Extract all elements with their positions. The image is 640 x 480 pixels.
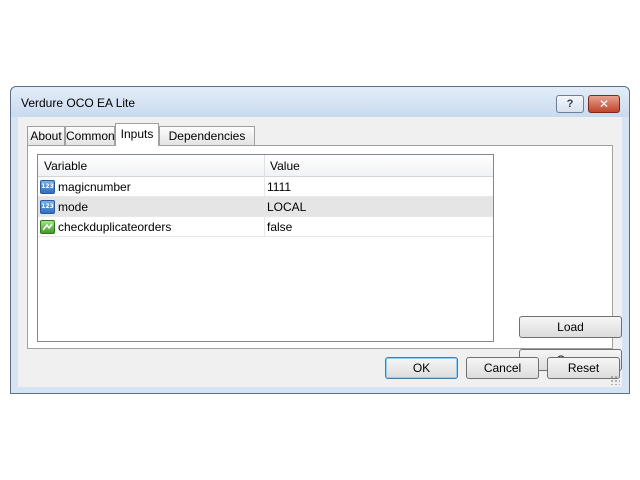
help-button[interactable]: ? — [556, 95, 584, 113]
resize-grip[interactable] — [610, 375, 620, 385]
properties-dialog: Verdure OCO EA Lite ? ✕ About Common Inp… — [10, 86, 630, 394]
cancel-button[interactable]: Cancel — [466, 357, 539, 379]
grid-header: Variable Value — [38, 155, 493, 177]
close-button[interactable]: ✕ — [588, 95, 620, 113]
dialog-client-area: About Common Inputs Dependencies Variabl… — [18, 117, 622, 387]
numeric-123-icon: 123 — [40, 180, 55, 194]
load-button[interactable]: Load — [519, 316, 622, 338]
variable-value[interactable]: false — [267, 217, 487, 237]
column-header-value[interactable]: Value — [265, 155, 493, 177]
ok-button[interactable]: OK — [385, 357, 458, 379]
tab-inputs[interactable]: Inputs — [115, 123, 159, 146]
title-bar[interactable]: Verdure OCO EA Lite ? ✕ — [11, 87, 629, 117]
variable-name: mode — [58, 197, 265, 217]
table-row[interactable]: checkduplicateorders false — [38, 217, 493, 237]
variable-value[interactable]: LOCAL — [267, 197, 487, 217]
variable-value[interactable]: 1111 — [267, 177, 487, 197]
column-header-variable[interactable]: Variable — [38, 155, 265, 177]
boolean-icon — [40, 220, 55, 234]
numeric-123-icon: 123 — [40, 200, 55, 214]
window-title: Verdure OCO EA Lite — [21, 96, 136, 110]
inputs-tab-panel: Variable Value 123 magicnumber 1111 123 … — [27, 145, 622, 371]
variable-name: magicnumber — [58, 177, 265, 197]
tab-about[interactable]: About — [27, 126, 65, 145]
tab-common[interactable]: Common — [65, 126, 115, 145]
inputs-grid[interactable]: Variable Value 123 magicnumber 1111 123 … — [37, 154, 494, 342]
variable-name: checkduplicateorders — [58, 217, 265, 237]
table-row-selected[interactable]: 123 mode LOCAL — [38, 197, 493, 217]
table-row[interactable]: 123 magicnumber 1111 — [38, 177, 493, 197]
tab-dependencies[interactable]: Dependencies — [159, 126, 255, 145]
